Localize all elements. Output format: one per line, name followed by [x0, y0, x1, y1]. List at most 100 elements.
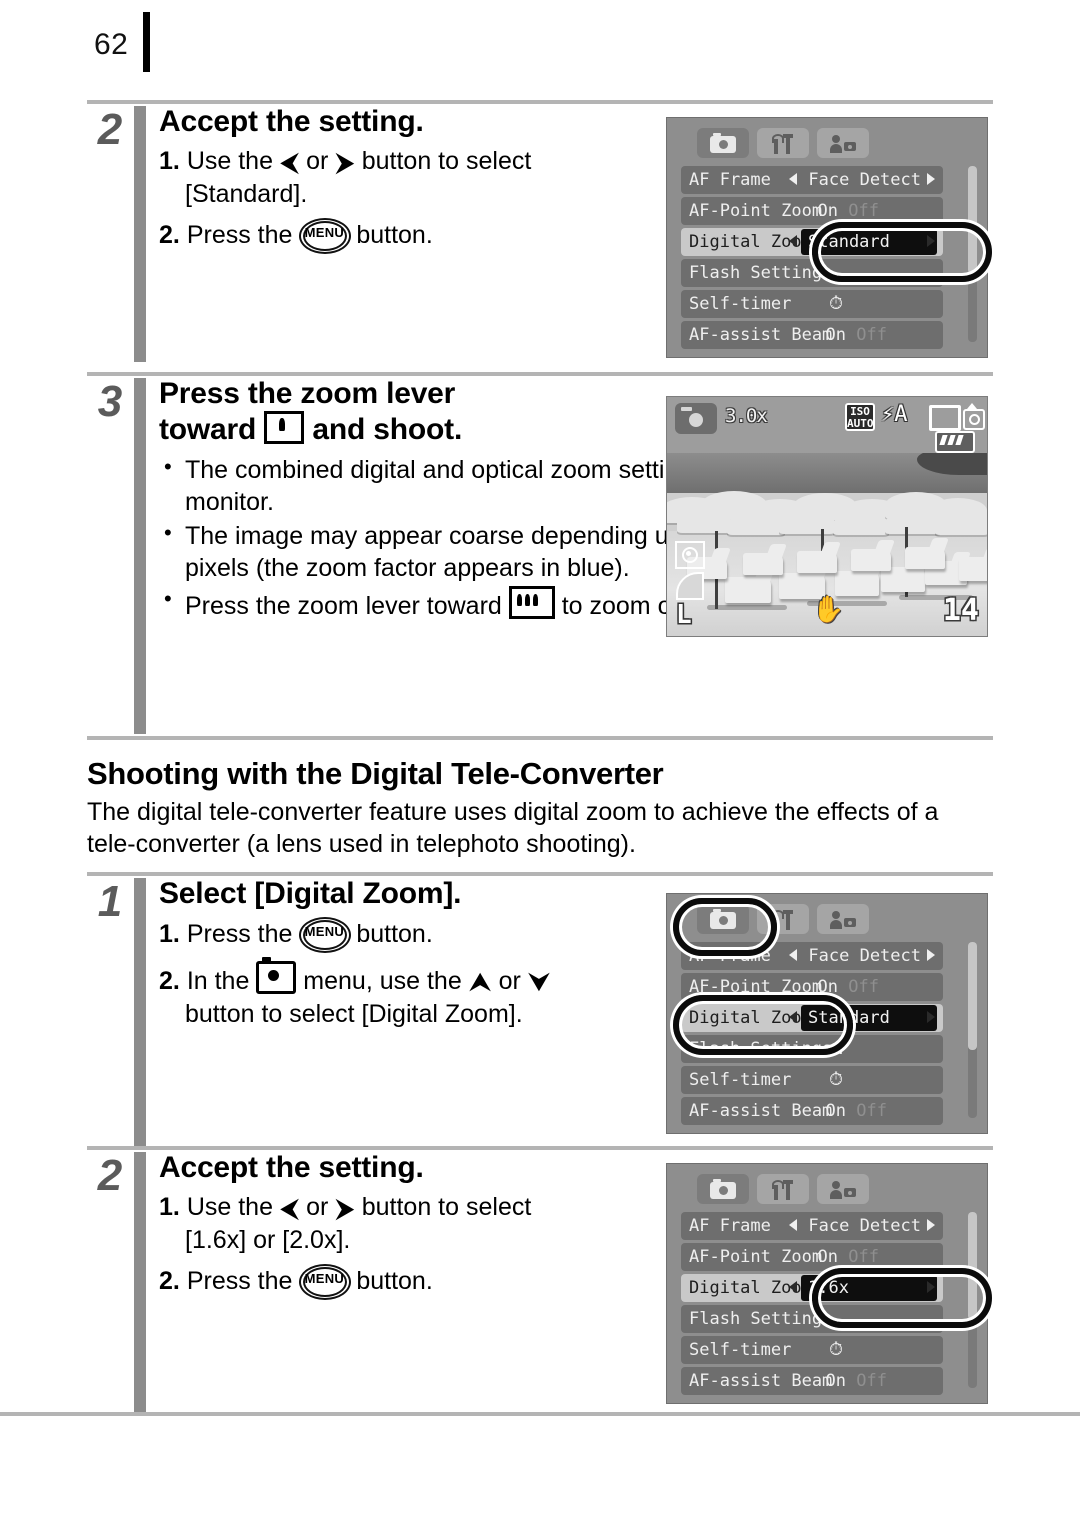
menu-row-label: AF Frame: [689, 170, 771, 190]
menu-row-af-frame[interactable]: AF Frame Face Detect: [681, 1212, 943, 1240]
menu-scrollbar-thumb[interactable]: [968, 1212, 977, 1320]
substep-number: 1.: [159, 1193, 180, 1222]
menu-row-value-on: On: [817, 977, 839, 997]
menu-rows: AF Frame Face Detect AF-Point Zoom On Of…: [681, 1212, 979, 1395]
page-header: 62: [0, 0, 1080, 88]
substep-number: 2.: [159, 967, 180, 996]
right-arrow-icon: [927, 1281, 935, 1293]
menu-row-value-on: On: [817, 201, 839, 221]
menu-row-self-timer[interactable]: Self-timer ⏱: [681, 1066, 943, 1094]
substep-text-a: Use the: [186, 147, 273, 176]
substep-number: 1.: [159, 920, 180, 949]
menu-row-flash-settings[interactable]: Flash Settings…: [681, 1035, 943, 1063]
substep-text-b: button.: [356, 221, 433, 250]
menu-button-label: MENU: [304, 924, 345, 940]
camera-orientation-icon: [963, 403, 985, 430]
af-frame-icon: [929, 405, 961, 431]
wrench-icon: [771, 134, 795, 154]
substep-text-a: Use the: [186, 1193, 273, 1222]
menu-row-value-on: On: [825, 1371, 847, 1391]
menu-row-value: Face Detect: [808, 1216, 921, 1236]
menu-row-af-point-zoom[interactable]: AF-Point Zoom On Off: [681, 197, 943, 225]
menu-row-self-timer[interactable]: Self-timer ⏱: [681, 1336, 943, 1364]
menu-row-digital-zoom[interactable]: Digital Zoom Standard: [681, 1004, 943, 1032]
menu-tab-bar: [681, 128, 979, 162]
lounge-chair: [743, 553, 783, 575]
substep-text-a: Press the: [186, 920, 293, 949]
menu-row-label: AF-assist Beam: [689, 1101, 833, 1121]
menu-row-value-off: Off: [856, 1101, 887, 1121]
menu-row-digital-zoom[interactable]: Digital Zoom Standard: [681, 228, 943, 256]
menu-row-af-frame[interactable]: AF Frame Face Detect: [681, 942, 943, 970]
shooting-tab[interactable]: [697, 1174, 749, 1204]
iso-value: AUTO: [847, 417, 874, 430]
substep-text-b: or: [306, 147, 329, 176]
flash-auto-icon: ⚡A: [881, 402, 908, 427]
zoom-factor-readout: 3.0x: [725, 405, 768, 427]
self-timer-icon: ⏱: [829, 1339, 844, 1360]
menu-row-label: Self-timer: [689, 1340, 792, 1360]
menu-row-af-point-zoom[interactable]: AF-Point Zoom On Off: [681, 973, 943, 1001]
my-camera-tab[interactable]: [817, 1174, 869, 1204]
menu-row-label: Self-timer: [689, 294, 792, 314]
battery-icon: [935, 431, 975, 453]
camera-menu-screenshot-standard: AF Frame Face Detect AF-Point Zoom On Of…: [666, 117, 988, 358]
step-accent-bar: [134, 1152, 146, 1414]
menu-row-value: Face Detect: [808, 946, 921, 966]
camera-icon: [710, 133, 736, 153]
left-arrow-icon: [789, 235, 797, 247]
my-camera-tab[interactable]: [817, 128, 869, 158]
menu-value-selection-box[interactable]: 1.6x: [801, 1275, 937, 1301]
self-timer-icon: ⏱: [829, 1069, 844, 1090]
my-camera-icon: [830, 134, 857, 154]
menu-button-icon: MENU: [299, 1264, 352, 1301]
right-arrow-icon: [927, 949, 935, 961]
step-accent-bar: [134, 878, 146, 1148]
camera-menu-screenshot-16x: AF Frame Face Detect AF-Point Zoom On Of…: [666, 1163, 988, 1404]
menu-scrollbar-thumb[interactable]: [968, 942, 977, 1050]
menu-row-value-on: On: [825, 1101, 847, 1121]
iso-icon: ISO AUTO: [845, 403, 875, 431]
lounge-chair: [725, 577, 771, 603]
menu-row-af-assist-beam[interactable]: AF-assist Beam On Off: [681, 1367, 943, 1395]
step-accent-bar: [134, 106, 146, 362]
menu-value-selection-box[interactable]: Standard: [801, 1005, 937, 1031]
substep-number: 1.: [159, 147, 180, 176]
menu-button-label: MENU: [304, 225, 345, 241]
menu-row-label: AF-Point Zoom: [689, 1247, 823, 1267]
menu-value-selection-box[interactable]: Standard: [801, 229, 937, 255]
wrench-icon: [771, 1180, 795, 1200]
setup-tab[interactable]: [757, 904, 809, 934]
shots-remaining: 14: [942, 593, 979, 628]
substep-text-b: or: [306, 1193, 329, 1222]
camera-icon: [710, 909, 736, 929]
shooting-tab[interactable]: [697, 128, 749, 158]
setup-tab[interactable]: [757, 1174, 809, 1204]
menu-row-digital-zoom[interactable]: Digital Zoom 1.6x: [681, 1274, 943, 1302]
menu-scrollbar-thumb[interactable]: [968, 166, 977, 274]
lounge-chair: [835, 571, 879, 596]
menu-row-af-point-zoom[interactable]: AF-Point Zoom On Off: [681, 1243, 943, 1271]
camera-menu-screenshot-select: AF Frame Face Detect AF-Point Zoom On Of…: [666, 893, 988, 1134]
step-number: 2: [97, 105, 123, 154]
my-camera-tab[interactable]: [817, 904, 869, 934]
wide-angle-icon: [508, 585, 555, 619]
menu-row-label: AF-assist Beam: [689, 325, 833, 345]
menu-row-self-timer[interactable]: Self-timer ⏱: [681, 290, 943, 318]
menu-row-af-frame[interactable]: AF Frame Face Detect: [681, 166, 943, 194]
menu-row-value: Standard: [808, 232, 890, 252]
shooting-tab[interactable]: [697, 904, 749, 934]
lounge-chair: [959, 557, 987, 581]
menu-row-af-assist-beam[interactable]: AF-assist Beam On Off: [681, 1097, 943, 1125]
step-title-line2-a: toward: [159, 413, 257, 447]
menu-row-value-off: Off: [848, 201, 879, 221]
menu-row-value-off: Off: [848, 1247, 879, 1267]
step-number: 1: [97, 877, 123, 926]
step-number: 3: [97, 377, 123, 426]
menu-row-flash-settings[interactable]: Flash Settings…: [681, 1305, 943, 1333]
right-arrow-icon: [927, 235, 935, 247]
menu-row-flash-settings[interactable]: Flash Settings…: [681, 259, 943, 287]
substep-text-c: button to select: [361, 1193, 532, 1222]
menu-row-af-assist-beam[interactable]: AF-assist Beam On Off: [681, 321, 943, 349]
setup-tab[interactable]: [757, 128, 809, 158]
